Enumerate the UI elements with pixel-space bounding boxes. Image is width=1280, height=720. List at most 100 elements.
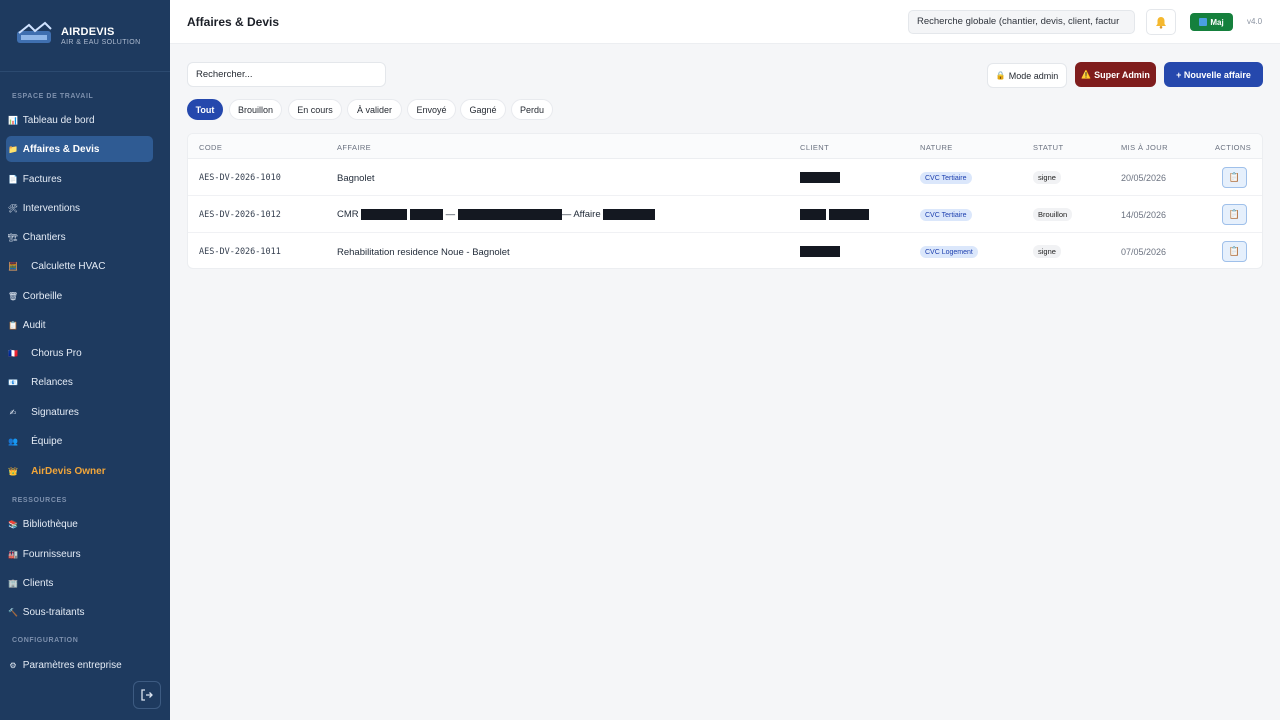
row-affaire[interactable]: Bagnolet [337, 173, 375, 184]
sidebar-item-label: Tableau de bord [22, 114, 95, 126]
column-header-code[interactable]: CODE [199, 143, 222, 152]
sidebar-item-label: Chantiers [22, 231, 66, 243]
table-row[interactable]: AES-DV-2026-1012 CMR — — Affaire CVC Ter… [188, 196, 1262, 233]
lock-icon: 🔒 [995, 71, 1006, 80]
sidebar-item-affaires[interactable]: 📁 Affaires & Devis [6, 136, 153, 162]
sidebar-item-signatures[interactable]: ✍ Signatures [6, 399, 153, 425]
update-button[interactable]: Maj [1190, 13, 1233, 31]
affaire-separator: — [445, 209, 456, 221]
update-label: Maj [1210, 17, 1224, 27]
nature-badge: CVC Tertiaire [920, 172, 972, 184]
sidebar-item-fournisseurs[interactable]: 🏭 Fournisseurs [6, 541, 153, 567]
sidebar-item-chantiers[interactable]: 🏗 Chantiers [6, 224, 153, 250]
reminder-icon: 📧 [8, 377, 18, 387]
filter-en-cours[interactable]: En cours [288, 99, 342, 120]
affaire-prefix: CMR [337, 209, 359, 221]
tools-icon: 🛠 [7, 203, 19, 213]
filter-envoye[interactable]: Envoyé [407, 99, 456, 120]
sidebar-item-calculette[interactable]: 🧮 Calculette HVAC [6, 253, 153, 279]
new-affaire-button[interactable]: + Nouvelle affaire [1164, 62, 1263, 87]
sidebar-item-parametres[interactable]: ⚙ Paramètres entreprise [6, 652, 153, 678]
refresh-icon [1199, 18, 1208, 26]
hammer-icon: 🔨 [8, 607, 18, 617]
signature-icon: ✍ [9, 407, 17, 417]
chart-icon: 📊 [8, 115, 18, 125]
filter-a-valider[interactable]: À valider [347, 99, 402, 120]
brand-name: AIRDEVIS [61, 26, 115, 38]
row-date: 20/05/2026 [1121, 173, 1167, 183]
row-client-redacted [800, 209, 869, 220]
row-date: 07/05/2026 [1121, 247, 1167, 257]
brand: AIRDEVIS AIR & EAU SOLUTION [0, 0, 170, 72]
nature-badge: CVC Logement [920, 246, 978, 258]
table-row[interactable]: AES-DV-2026-1011 Rehabilitation residenc… [188, 233, 1262, 268]
mode-admin-button[interactable]: 🔒 Mode admin [987, 63, 1067, 88]
section-label-workspace: ESPACE DE TRAVAIL [12, 93, 94, 100]
super-admin-button[interactable]: ⚠️ Super Admin [1075, 62, 1156, 87]
open-devis-button[interactable]: 📋 [1222, 204, 1247, 225]
open-devis-button[interactable]: 📋 [1222, 241, 1247, 262]
filter-tout[interactable]: Tout [187, 99, 223, 120]
bell-icon [1156, 16, 1166, 29]
sidebar-item-label: Paramètres entreprise [22, 659, 122, 671]
version-label: v4.0 [1247, 17, 1263, 26]
open-devis-button[interactable]: 📋 [1222, 167, 1247, 188]
site-icon: 🏗 [7, 232, 19, 242]
sidebar-item-audit[interactable]: 📋 Audit [6, 312, 153, 338]
sidebar-item-equipe[interactable]: 👥 Équipe [6, 428, 153, 454]
column-header-affaire[interactable]: AFFAIRE [337, 143, 371, 152]
books-icon: 📚 [8, 519, 18, 529]
filter-perdu[interactable]: Perdu [511, 99, 553, 120]
sidebar-item-relances[interactable]: 📧 Relances [6, 369, 153, 395]
nature-badge: CVC Tertiaire [920, 209, 972, 221]
sidebar-item-dashboard[interactable]: 📊 Tableau de bord [6, 107, 153, 133]
global-search-input[interactable]: Recherche globale (chantier, devis, clie… [908, 10, 1135, 34]
sidebar-item-factures[interactable]: 📄 Factures [6, 166, 153, 192]
sidebar-item-label: Clients [22, 577, 54, 589]
sidebar-item-label: AirDevis Owner [31, 465, 106, 477]
filter-brouillon[interactable]: Brouillon [229, 99, 282, 120]
sidebar-item-bibliotheque[interactable]: 📚 Bibliothèque [6, 511, 153, 537]
row-affaire[interactable]: CMR — — Affaire [337, 209, 656, 221]
sidebar-item-sous-traitants[interactable]: 🔨 Sous-traitants [6, 599, 153, 625]
brand-logo [17, 21, 52, 43]
sidebar-item-corbeille[interactable]: 🗑 Corbeille [6, 283, 153, 309]
sidebar-item-label: Corbeille [22, 290, 63, 302]
sidebar-item-owner[interactable]: 👑 AirDevis Owner [6, 458, 153, 484]
document-icon: 📄 [8, 174, 18, 184]
sidebar-item-label: Relances [31, 376, 73, 388]
clipboard-icon: 📋 [1228, 172, 1241, 182]
search-input[interactable] [187, 62, 386, 87]
sidebar-item-chorus-pro[interactable]: 🇫🇷 Chorus Pro [6, 340, 153, 366]
status-badge: Brouillon [1033, 208, 1073, 221]
column-header-statut[interactable]: STATUT [1033, 143, 1063, 152]
topbar: Affaires & Devis Recherche globale (chan… [170, 0, 1280, 44]
redaction [361, 209, 408, 220]
affaires-table: CODE AFFAIRE CLIENT NATURE STATUT MIS À … [187, 133, 1263, 269]
sidebar-item-interventions[interactable]: 🛠 Interventions [6, 195, 153, 221]
logout-icon [141, 689, 153, 701]
section-label-configuration: CONFIGURATION [12, 637, 79, 644]
sidebar: AIRDEVIS AIR & EAU SOLUTION ESPACE DE TR… [0, 0, 170, 720]
factory-icon: 🏭 [8, 549, 18, 559]
calculator-icon: 🧮 [8, 261, 18, 271]
folder-icon: 📁 [8, 144, 18, 154]
column-header-nature[interactable]: NATURE [920, 143, 953, 152]
column-header-client[interactable]: CLIENT [800, 143, 829, 152]
brand-subtitle: AIR & EAU SOLUTION [61, 39, 141, 46]
sidebar-item-label: Bibliothèque [22, 518, 78, 530]
sidebar-item-label: Interventions [22, 202, 81, 214]
row-affaire[interactable]: Rehabilitation residence Noue - Bagnolet [337, 247, 510, 258]
row-code: AES-DV-2026-1012 [199, 210, 281, 220]
column-header-mis-a-jour[interactable]: MIS À JOUR [1121, 143, 1168, 152]
redaction [603, 209, 656, 220]
notifications-button[interactable] [1146, 9, 1176, 35]
team-icon: 👥 [8, 436, 18, 446]
sidebar-item-label: Affaires & Devis [22, 143, 100, 155]
crown-icon: 👑 [8, 466, 18, 476]
filter-gagne[interactable]: Gagné [460, 99, 506, 120]
logout-button[interactable] [133, 681, 161, 709]
warning-icon: ⚠️ [1081, 70, 1092, 79]
sidebar-item-clients[interactable]: 🏢 Clients [6, 570, 153, 596]
table-row[interactable]: AES-DV-2026-1010 Bagnolet CVC Tertiaire … [188, 159, 1262, 196]
